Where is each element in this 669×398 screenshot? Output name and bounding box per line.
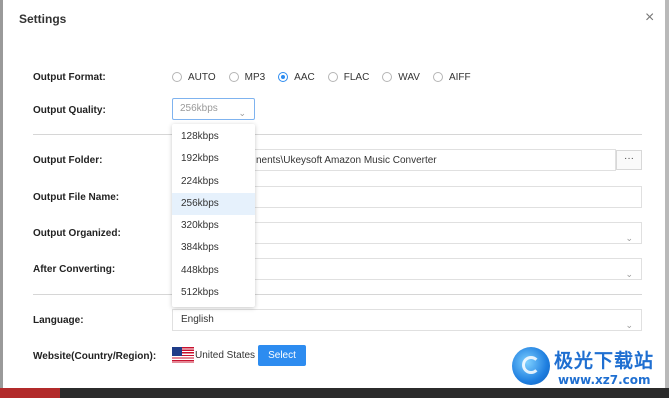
output-folder-label: Output Folder: xyxy=(33,155,103,166)
output-quality-label: Output Quality: xyxy=(33,105,106,116)
radio-circle-icon xyxy=(327,72,338,82)
output-quality-select[interactable]: 256kbps ⌄ xyxy=(172,98,255,120)
quality-option[interactable]: 320kbps xyxy=(172,215,255,237)
output-quality-dropdown: 128kbps 192kbps 224kbps 256kbps 320kbps … xyxy=(172,124,255,307)
chevron-down-icon: ⌄ xyxy=(625,233,633,243)
quality-option[interactable]: 512kbps xyxy=(172,282,255,304)
browse-folder-button[interactable]: ··· xyxy=(616,150,642,170)
format-radio-label: FLAC xyxy=(343,71,370,83)
dialog-title: Settings xyxy=(19,12,67,26)
website-label: Website(Country/Region): xyxy=(33,351,157,362)
quality-option[interactable]: 192kbps xyxy=(172,148,255,170)
radio-circle-selected-icon xyxy=(278,72,289,82)
radio-circle-icon xyxy=(382,72,393,82)
chevron-down-icon: ⌄ xyxy=(238,108,246,118)
chevron-down-icon: ⌄ xyxy=(625,320,633,330)
format-radio-label: AUTO xyxy=(188,71,216,83)
watermark-cn-text: 极光下载站 xyxy=(554,350,655,372)
output-quality-value: 256kbps xyxy=(180,103,218,114)
format-radio-label: MP3 xyxy=(244,71,266,83)
section-divider xyxy=(33,134,642,135)
output-format-label: Output Format: xyxy=(33,72,106,83)
format-radio-auto[interactable]: AUTO xyxy=(172,72,216,83)
language-value: English xyxy=(181,314,214,325)
format-radio-mp3[interactable]: MP3 xyxy=(228,71,266,83)
format-radio-aac[interactable]: AAC xyxy=(278,72,315,83)
watermark-logo-icon xyxy=(512,347,550,385)
quality-option[interactable]: 448kbps xyxy=(172,260,255,282)
language-label: Language: xyxy=(33,315,84,326)
us-flag-icon xyxy=(172,347,194,363)
close-icon[interactable]: × xyxy=(645,10,654,26)
radio-circle-icon xyxy=(228,72,239,82)
quality-option[interactable]: 128kbps xyxy=(172,126,255,148)
output-file-name-label: Output File Name: xyxy=(33,192,120,203)
quality-option[interactable]: 224kbps xyxy=(172,171,255,193)
section-divider xyxy=(33,294,642,295)
chevron-down-icon: ⌄ xyxy=(625,269,633,279)
format-radio-label: WAV xyxy=(398,71,420,83)
radio-circle-icon xyxy=(432,72,443,82)
format-radio-wav[interactable]: WAV xyxy=(382,72,420,83)
watermark: 极光下载站 www.xz7.com xyxy=(510,343,660,391)
radio-circle-icon xyxy=(172,72,182,82)
after-converting-label: After Converting: xyxy=(33,264,116,275)
format-radio-aiff[interactable]: AIFF xyxy=(432,71,471,83)
quality-option-selected[interactable]: 256kbps xyxy=(172,192,255,216)
window-right-edge xyxy=(665,0,669,398)
format-radio-label: AAC xyxy=(294,71,315,83)
format-radio-label: AIFF xyxy=(448,71,471,83)
window-left-edge xyxy=(0,0,3,398)
output-format-radio-group: AUTO MP3 AAC FLAC WAV AIFF xyxy=(172,69,484,85)
select-country-button[interactable]: Select xyxy=(258,345,306,366)
output-folder-path: nents\Ukeysoft Amazon Music Converter xyxy=(256,155,437,166)
quality-option[interactable]: 384kbps xyxy=(172,237,255,259)
country-name: United States xyxy=(195,350,256,361)
output-organized-label: Output Organized: xyxy=(33,228,121,239)
language-select[interactable]: English ⌄ xyxy=(172,309,642,331)
format-radio-flac[interactable]: FLAC xyxy=(327,71,370,83)
background-red-strip xyxy=(0,388,60,398)
watermark-url-text: www.xz7.com xyxy=(558,373,651,387)
